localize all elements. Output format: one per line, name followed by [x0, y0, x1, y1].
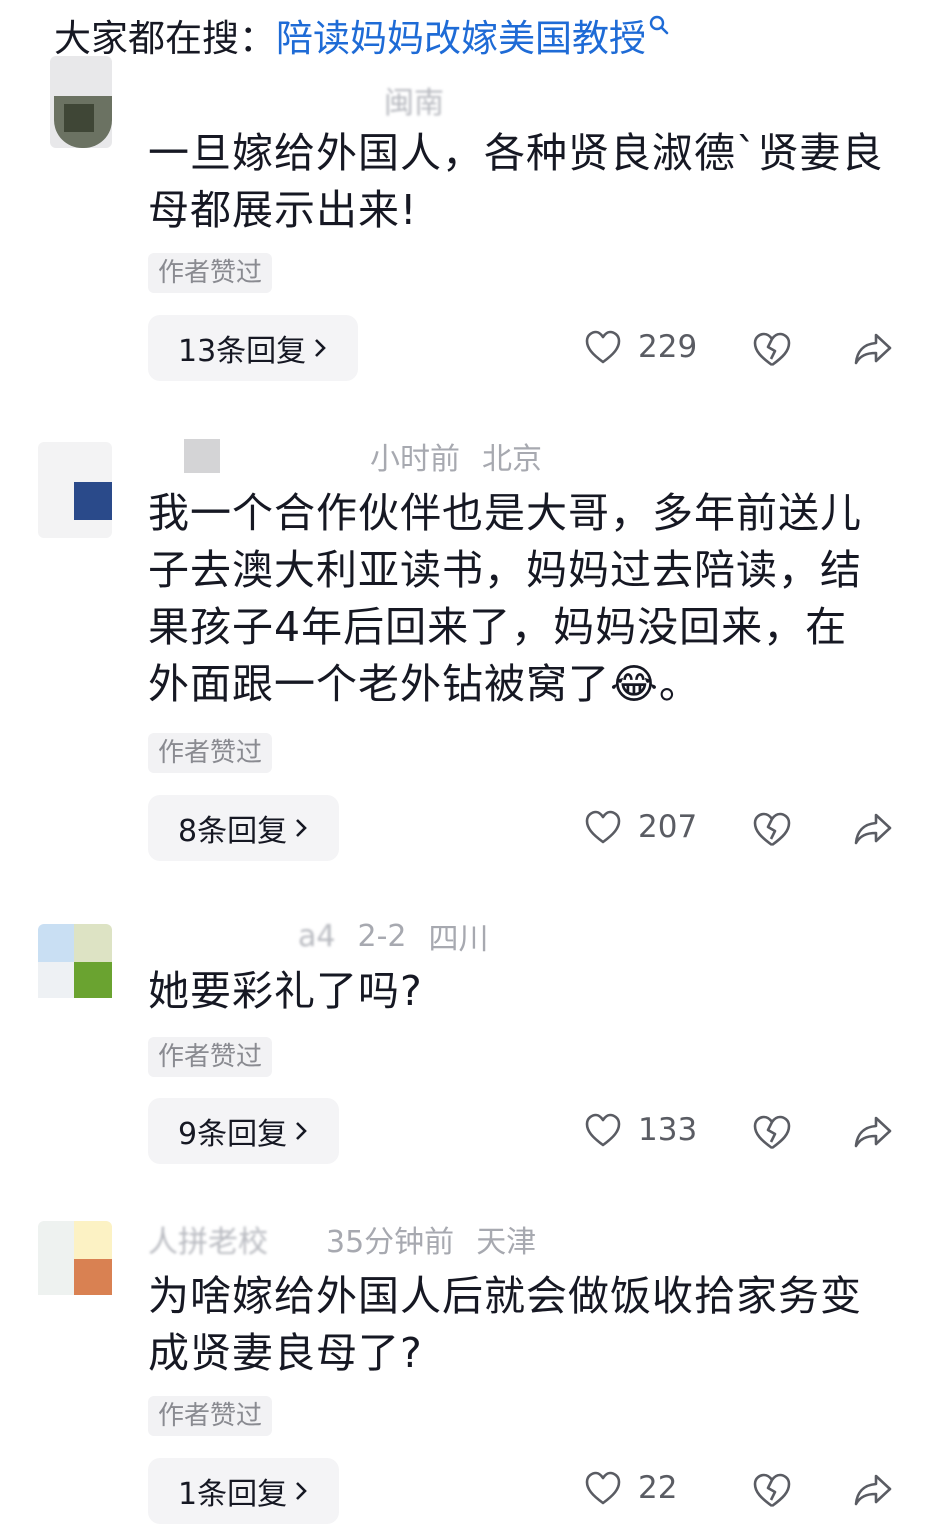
- comment-text: 她要彩礼了吗?: [148, 967, 423, 1015]
- comment-meta: 人拼老校 35分钟前 天津: [148, 1217, 537, 1261]
- heart-icon: [585, 330, 621, 364]
- comment-text: 为啥嫁给外国人后就会做饭收拾家务变成贤妻良母了?: [148, 1272, 862, 1377]
- comment-text: 一旦嫁给外国人，各种贤良淑德`贤妻良母都展示出来!: [148, 129, 884, 234]
- comment-text: 我一个合作伙伴也是大哥，多年前送儿子去澳大利亚读书，妈妈过去陪读，结果孩子4年后…: [148, 489, 862, 708]
- search-suggestion-bar: 大家都在搜： 陪读妈妈改嫁美国教授: [54, 8, 670, 62]
- chevron-right-icon: [296, 1122, 307, 1140]
- comment-meta: a4 2-2 四川: [148, 916, 489, 958]
- like-count: 229: [638, 329, 698, 365]
- location: 北京: [482, 442, 542, 477]
- heart-icon: [585, 1113, 621, 1147]
- like-count: 207: [638, 809, 698, 845]
- avatar[interactable]: [38, 924, 112, 1020]
- username[interactable]: [184, 439, 220, 473]
- like-count: 133: [638, 1112, 698, 1148]
- search-icon[interactable]: [648, 14, 670, 48]
- broken-heart-icon[interactable]: [752, 1113, 792, 1151]
- like-count: 22: [638, 1470, 678, 1506]
- username[interactable]: 闽南: [384, 78, 444, 122]
- username[interactable]: 人拼老校: [148, 1217, 268, 1261]
- view-replies-button[interactable]: 13条回复: [148, 315, 359, 381]
- broken-heart-icon[interactable]: [752, 810, 792, 848]
- chevron-right-icon: [296, 819, 307, 837]
- replies-count: 8条回复: [178, 814, 288, 849]
- heart-icon: [585, 1471, 621, 1505]
- avatar[interactable]: [38, 442, 112, 538]
- replies-count: 1条回复: [178, 1477, 288, 1512]
- like-button[interactable]: 229: [584, 329, 697, 365]
- replies-count: 13条回复: [178, 334, 307, 369]
- author-liked-badge: 作者赞过: [148, 1396, 273, 1436]
- view-replies-button[interactable]: 8条回复: [148, 795, 340, 861]
- share-icon[interactable]: [852, 1113, 894, 1151]
- share-icon[interactable]: [852, 1471, 894, 1509]
- broken-heart-icon[interactable]: [752, 1471, 792, 1509]
- search-suggestion-prefix: 大家都在搜：: [54, 17, 276, 60]
- author-liked-badge: 作者赞过: [148, 733, 273, 773]
- share-icon[interactable]: [852, 330, 894, 368]
- avatar[interactable]: [38, 1221, 112, 1317]
- location: 天津: [476, 1225, 537, 1260]
- comment-meta: 闽南: [148, 78, 444, 122]
- broken-heart-icon[interactable]: [752, 330, 792, 368]
- view-replies-button[interactable]: 1条回复: [148, 1458, 340, 1524]
- replies-count: 9条回复: [178, 1117, 288, 1152]
- search-suggestion-link[interactable]: 陪读妈妈改嫁美国教授: [276, 8, 646, 62]
- timestamp: 小时前: [370, 442, 460, 477]
- like-button[interactable]: 133: [584, 1112, 697, 1148]
- share-icon[interactable]: [852, 810, 894, 848]
- like-button[interactable]: 207: [584, 809, 697, 845]
- view-replies-button[interactable]: 9条回复: [148, 1098, 340, 1164]
- location: 四川: [428, 922, 489, 957]
- username[interactable]: a4: [298, 919, 335, 954]
- like-button[interactable]: 22: [584, 1470, 677, 1506]
- avatar[interactable]: [50, 56, 112, 148]
- timestamp: 2-2: [357, 918, 407, 954]
- chevron-right-icon: [315, 339, 327, 357]
- chevron-right-icon: [296, 1482, 307, 1500]
- heart-icon: [585, 810, 621, 844]
- comment-meta: 小时前 北京: [148, 436, 542, 477]
- timestamp: 35分钟前: [326, 1225, 455, 1260]
- author-liked-badge: 作者赞过: [148, 253, 273, 293]
- author-liked-badge: 作者赞过: [148, 1037, 273, 1077]
